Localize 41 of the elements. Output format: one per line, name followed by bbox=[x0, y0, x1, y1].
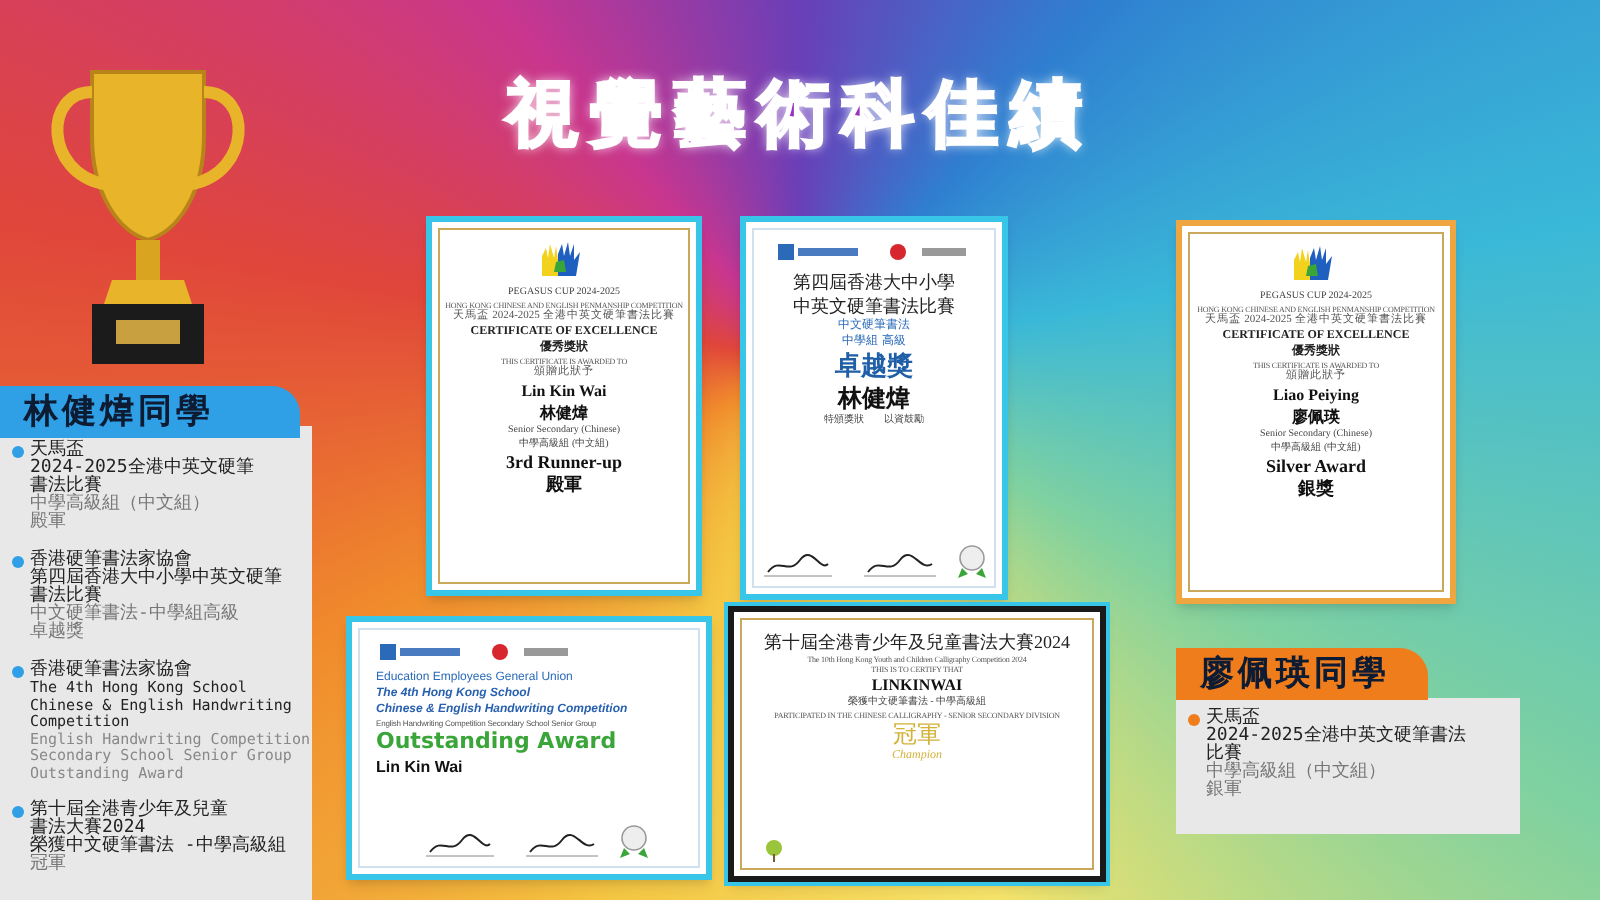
achievement-text: 殿軍 bbox=[30, 514, 68, 532]
achievement-text: 書法比賽 bbox=[30, 588, 102, 606]
award-seal-icon bbox=[617, 824, 649, 860]
achievement-text: 中文硬筆書法-中學組高級 bbox=[30, 606, 241, 624]
certificate-text: 3rd Runner-up bbox=[506, 452, 622, 474]
certificate-text: Lin Kin Wai bbox=[521, 380, 607, 402]
certificate-text: Lin Kin Wai bbox=[376, 756, 463, 778]
achievement-text: 天馬盃 bbox=[30, 442, 84, 460]
achievement-text: 2024-2025全港中英文硬筆書法 bbox=[1206, 728, 1466, 746]
certificate-text: 林健煒 bbox=[838, 382, 910, 413]
certificate-text: 中英文硬筆書法比賽 bbox=[793, 294, 955, 318]
achievement-text: 書法大賽2024 bbox=[30, 820, 146, 838]
achievement-text: 榮獲中文硬筆書法 -中學高級組 bbox=[30, 838, 286, 856]
certificate-text: 第十屆全港青少年及兒童書法大賽2024 bbox=[764, 630, 1070, 654]
achievement-text: 銀軍 bbox=[1206, 782, 1244, 800]
achievement-text: 天馬盃 bbox=[1206, 710, 1260, 728]
achievement-text: 2024-2025全港中英文硬筆 bbox=[30, 460, 254, 478]
achievement-text: 冠軍 bbox=[30, 856, 68, 874]
certificate-text: LINKINWAI bbox=[871, 674, 963, 695]
achievement-text: 比賽 bbox=[1206, 746, 1243, 764]
certificate-text: 廖佩瑛 bbox=[1292, 406, 1340, 428]
achievement-text: 第十屆全港青少年及兒童 bbox=[30, 802, 230, 820]
achievement-text: 卓越獎 bbox=[30, 624, 86, 642]
achievement-text: 中學高級組（中文組） bbox=[1206, 764, 1388, 782]
achievement-text: 第四屆香港大中小學中英文硬筆 bbox=[30, 570, 282, 588]
award-seal-icon bbox=[956, 544, 988, 580]
achievement-text: 中學高級組（中文組） bbox=[30, 496, 212, 514]
certificate-text: 卓越獎 bbox=[835, 350, 913, 382]
certificate-text: 林健煒 bbox=[540, 402, 588, 424]
achievement-text: 香港硬筆書法家協會 bbox=[30, 662, 194, 680]
certificate-text: 第四屆香港大中小學 bbox=[793, 270, 955, 294]
certificate-text: Silver Award bbox=[1266, 456, 1366, 478]
certificate-text: 冠軍 bbox=[893, 720, 941, 748]
certificate-text: Liao Peiying bbox=[1273, 384, 1359, 406]
certificate-text: Outstanding Award bbox=[376, 728, 617, 756]
page-title: 視覺藝術科佳績 bbox=[503, 70, 1096, 158]
achievement-text: 書法比賽 bbox=[30, 478, 102, 496]
certificate-text: 銀獎 bbox=[1298, 478, 1334, 500]
tree-logo-icon bbox=[762, 838, 786, 862]
certificate-text: 殿軍 bbox=[546, 474, 582, 496]
achievement-text: 香港硬筆書法家協會 bbox=[30, 552, 193, 570]
